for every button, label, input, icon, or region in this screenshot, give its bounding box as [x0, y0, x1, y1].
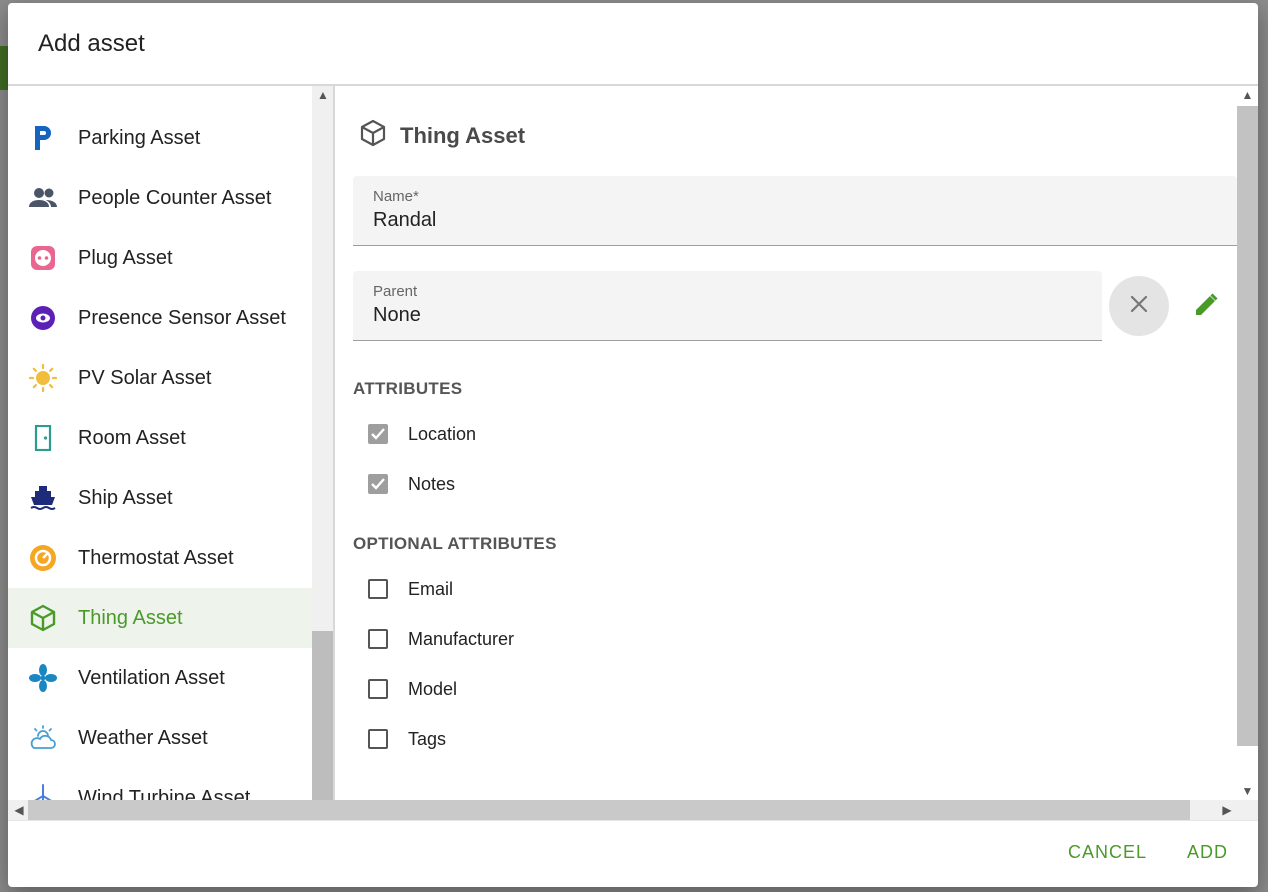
list-item-label: Thing Asset: [78, 606, 183, 629]
attribute-row-notes: Notes: [368, 472, 455, 496]
edit-parent-button[interactable]: [1191, 292, 1221, 322]
list-item-ventilation-asset[interactable]: Ventilation Asset: [8, 648, 312, 708]
cube-icon: [360, 119, 386, 152]
list-scroll-thumb[interactable]: [312, 631, 334, 800]
people-icon: [28, 183, 58, 213]
hscroll-thumb[interactable]: [28, 800, 1190, 820]
horizontal-scrollbar[interactable]: ◀ ▶: [8, 800, 1258, 820]
list-item-label: Ship Asset: [78, 486, 173, 509]
asset-type-list: Parking Asset People Counter Asset Plug …: [8, 86, 312, 800]
attributes-section-title: ATTRIBUTES: [353, 379, 463, 398]
thermostat-icon: [28, 543, 58, 573]
list-item-label: Room Asset: [78, 426, 186, 449]
list-scrollbar[interactable]: ▲: [312, 86, 334, 800]
optional-row-manufacturer: Manufacturer: [368, 627, 514, 651]
sun-icon: [28, 363, 58, 393]
asset-type-header: Thing Asset: [360, 119, 525, 152]
list-item-label: PV Solar Asset: [78, 366, 212, 389]
hscroll-left-arrow[interactable]: ◀: [8, 803, 30, 817]
list-item-label: Wind Turbine Asset: [78, 786, 251, 801]
form-scrollbar[interactable]: ▲ ▼: [1237, 86, 1258, 800]
attribute-row-location: Location: [368, 422, 476, 446]
add-button[interactable]: ADD: [1177, 838, 1238, 867]
list-item-weather-asset[interactable]: Weather Asset: [8, 708, 312, 768]
cube-icon: [28, 603, 58, 633]
clear-parent-button[interactable]: [1109, 276, 1169, 336]
asset-form: Thing Asset Name* Randal Parent None ATT…: [335, 86, 1237, 800]
list-item-parking-asset[interactable]: Parking Asset: [8, 108, 312, 168]
door-icon: [28, 423, 58, 453]
power-socket-icon: [28, 243, 58, 273]
background-nav-accent: [0, 46, 8, 90]
add-asset-dialog: Add asset Parking Asset People Counter A…: [8, 3, 1258, 887]
wind-turbine-icon: [28, 783, 58, 800]
list-item-thermostat-asset[interactable]: Thermostat Asset: [8, 528, 312, 588]
asset-type-title: Thing Asset: [400, 122, 526, 148]
optional-attributes-section-title: OPTIONAL ATTRIBUTES: [353, 534, 557, 553]
partial-icon: [28, 86, 58, 93]
parking-icon: [28, 123, 58, 153]
location-checkbox[interactable]: [368, 424, 388, 444]
list-item-label: Thermostat Asset: [78, 546, 234, 569]
parent-field-value[interactable]: None: [373, 304, 421, 327]
form-scroll-down-arrow[interactable]: ▼: [1237, 784, 1258, 798]
list-item-label: Presence Sensor Asset: [78, 306, 286, 329]
optional-row-tags: Tags: [368, 727, 446, 751]
list-item-thing-asset[interactable]: Thing Asset: [8, 588, 312, 648]
parent-field[interactable]: Parent None: [353, 271, 1102, 341]
dialog-title: Add asset: [38, 30, 145, 57]
parent-field-label: Parent: [373, 283, 418, 300]
close-icon: [1130, 295, 1148, 318]
cancel-button[interactable]: CANCEL: [1058, 838, 1157, 867]
model-checkbox[interactable]: [368, 679, 388, 699]
list-item-label: Parking Asset: [78, 126, 201, 149]
ferry-icon: [28, 483, 58, 513]
optional-row-model: Model: [368, 677, 457, 701]
hscroll-right-arrow[interactable]: ▶: [1216, 803, 1238, 817]
form-scroll-up-arrow[interactable]: ▲: [1237, 88, 1258, 102]
list-item-plug-asset[interactable]: Plug Asset: [8, 228, 312, 288]
manufacturer-checkbox[interactable]: [368, 629, 388, 649]
notes-checkbox[interactable]: [368, 474, 388, 494]
footer-divider: [8, 820, 1258, 821]
form-scroll-thumb[interactable]: [1237, 106, 1258, 746]
eye-circle-icon: [28, 303, 58, 333]
tags-label: Tags: [408, 728, 447, 749]
list-item-wind-turbine-asset[interactable]: Wind Turbine Asset: [8, 768, 312, 800]
list-item-partial-top[interactable]: [8, 86, 312, 108]
location-label: Location: [408, 423, 477, 444]
list-item-label: Plug Asset: [78, 246, 173, 269]
list-item-label: Ventilation Asset: [78, 666, 225, 689]
pencil-icon: [1193, 292, 1219, 323]
list-item-pv-solar-asset[interactable]: PV Solar Asset: [8, 348, 312, 408]
notes-label: Notes: [408, 473, 456, 494]
list-item-people-counter-asset[interactable]: People Counter Asset: [8, 168, 312, 228]
name-field[interactable]: Name* Randal: [353, 176, 1237, 246]
name-field-value[interactable]: Randal: [373, 209, 436, 232]
manufacturer-label: Manufacturer: [408, 628, 515, 649]
list-item-label: People Counter Asset: [78, 186, 272, 209]
name-field-label: Name*: [373, 188, 419, 205]
list-item-room-asset[interactable]: Room Asset: [8, 408, 312, 468]
fan-icon: [28, 663, 58, 693]
tags-checkbox[interactable]: [368, 729, 388, 749]
list-item-label: Weather Asset: [78, 726, 208, 749]
weather-partly-cloudy-icon: [28, 723, 58, 753]
list-scroll-up-arrow[interactable]: ▲: [312, 88, 334, 102]
list-item-ship-asset[interactable]: Ship Asset: [8, 468, 312, 528]
list-item-presence-sensor-asset[interactable]: Presence Sensor Asset: [8, 288, 312, 348]
email-checkbox[interactable]: [368, 579, 388, 599]
model-label: Model: [408, 678, 458, 699]
optional-row-email: Email: [368, 577, 453, 601]
email-label: Email: [408, 578, 454, 599]
